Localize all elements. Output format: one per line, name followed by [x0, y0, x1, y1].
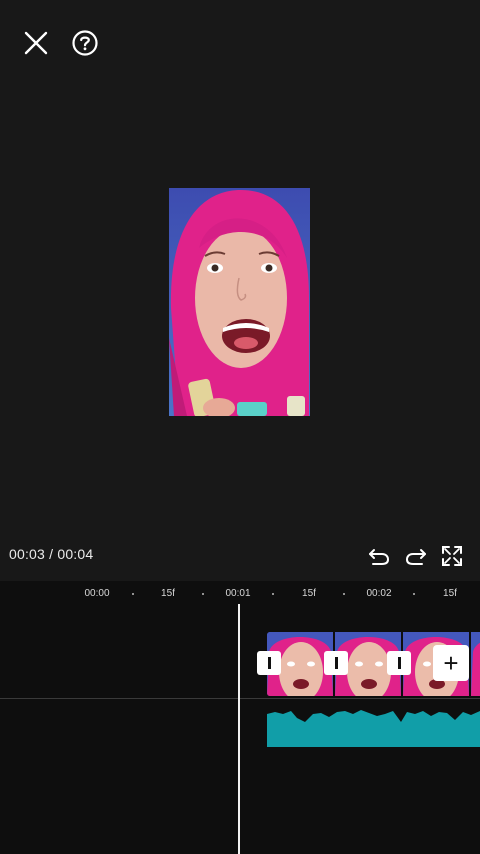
ruler-label: 00:01: [225, 588, 251, 599]
top-bar: [0, 0, 480, 90]
fullscreen-icon: [442, 546, 462, 566]
ruler-label: 00:00: [84, 588, 110, 599]
video-frame: [169, 188, 310, 416]
transition-icon: [267, 657, 271, 669]
current-time: 00:03: [9, 546, 46, 562]
close-button[interactable]: [20, 27, 52, 59]
transition-icon: [397, 657, 401, 669]
transition-button[interactable]: [387, 651, 411, 675]
help-button[interactable]: [69, 27, 101, 59]
ruler-label: 15f: [302, 588, 316, 599]
ruler-dot: [272, 593, 274, 595]
track-divider: [0, 698, 480, 699]
clip-thumbnail: [471, 632, 480, 696]
fullscreen-button[interactable]: [439, 543, 465, 569]
plus-icon: +: [443, 648, 459, 678]
time-ruler[interactable]: 00:00 15f 00:01 15f 00:02 15f: [0, 581, 480, 607]
undo-icon: [369, 549, 390, 565]
transition-button[interactable]: [324, 651, 348, 675]
ruler-dot: [343, 593, 345, 595]
ruler-dot: [413, 593, 415, 595]
close-icon: [24, 31, 48, 55]
timeline-panel[interactable]: 00:00 15f 00:01 15f 00:02 15f +: [0, 581, 480, 854]
ruler-label: 15f: [443, 588, 457, 599]
audio-waveform: [267, 710, 480, 747]
time-separator: /: [45, 546, 58, 562]
playback-time: 00:03 / 00:04: [9, 546, 93, 562]
video-preview[interactable]: [169, 188, 310, 416]
total-time: 00:04: [57, 546, 94, 562]
redo-button[interactable]: [403, 543, 429, 569]
ruler-label: 00:02: [366, 588, 392, 599]
redo-icon: [405, 549, 426, 565]
playhead[interactable]: [238, 604, 240, 854]
ruler-dot: [132, 593, 134, 595]
audio-track[interactable]: [267, 708, 480, 747]
transition-button[interactable]: [257, 651, 281, 675]
ruler-label: 15f: [161, 588, 175, 599]
transition-icon: [334, 657, 338, 669]
ruler-dot: [202, 593, 204, 595]
add-clip-button[interactable]: +: [433, 645, 469, 681]
help-icon: [72, 30, 98, 56]
undo-button[interactable]: [366, 543, 392, 569]
